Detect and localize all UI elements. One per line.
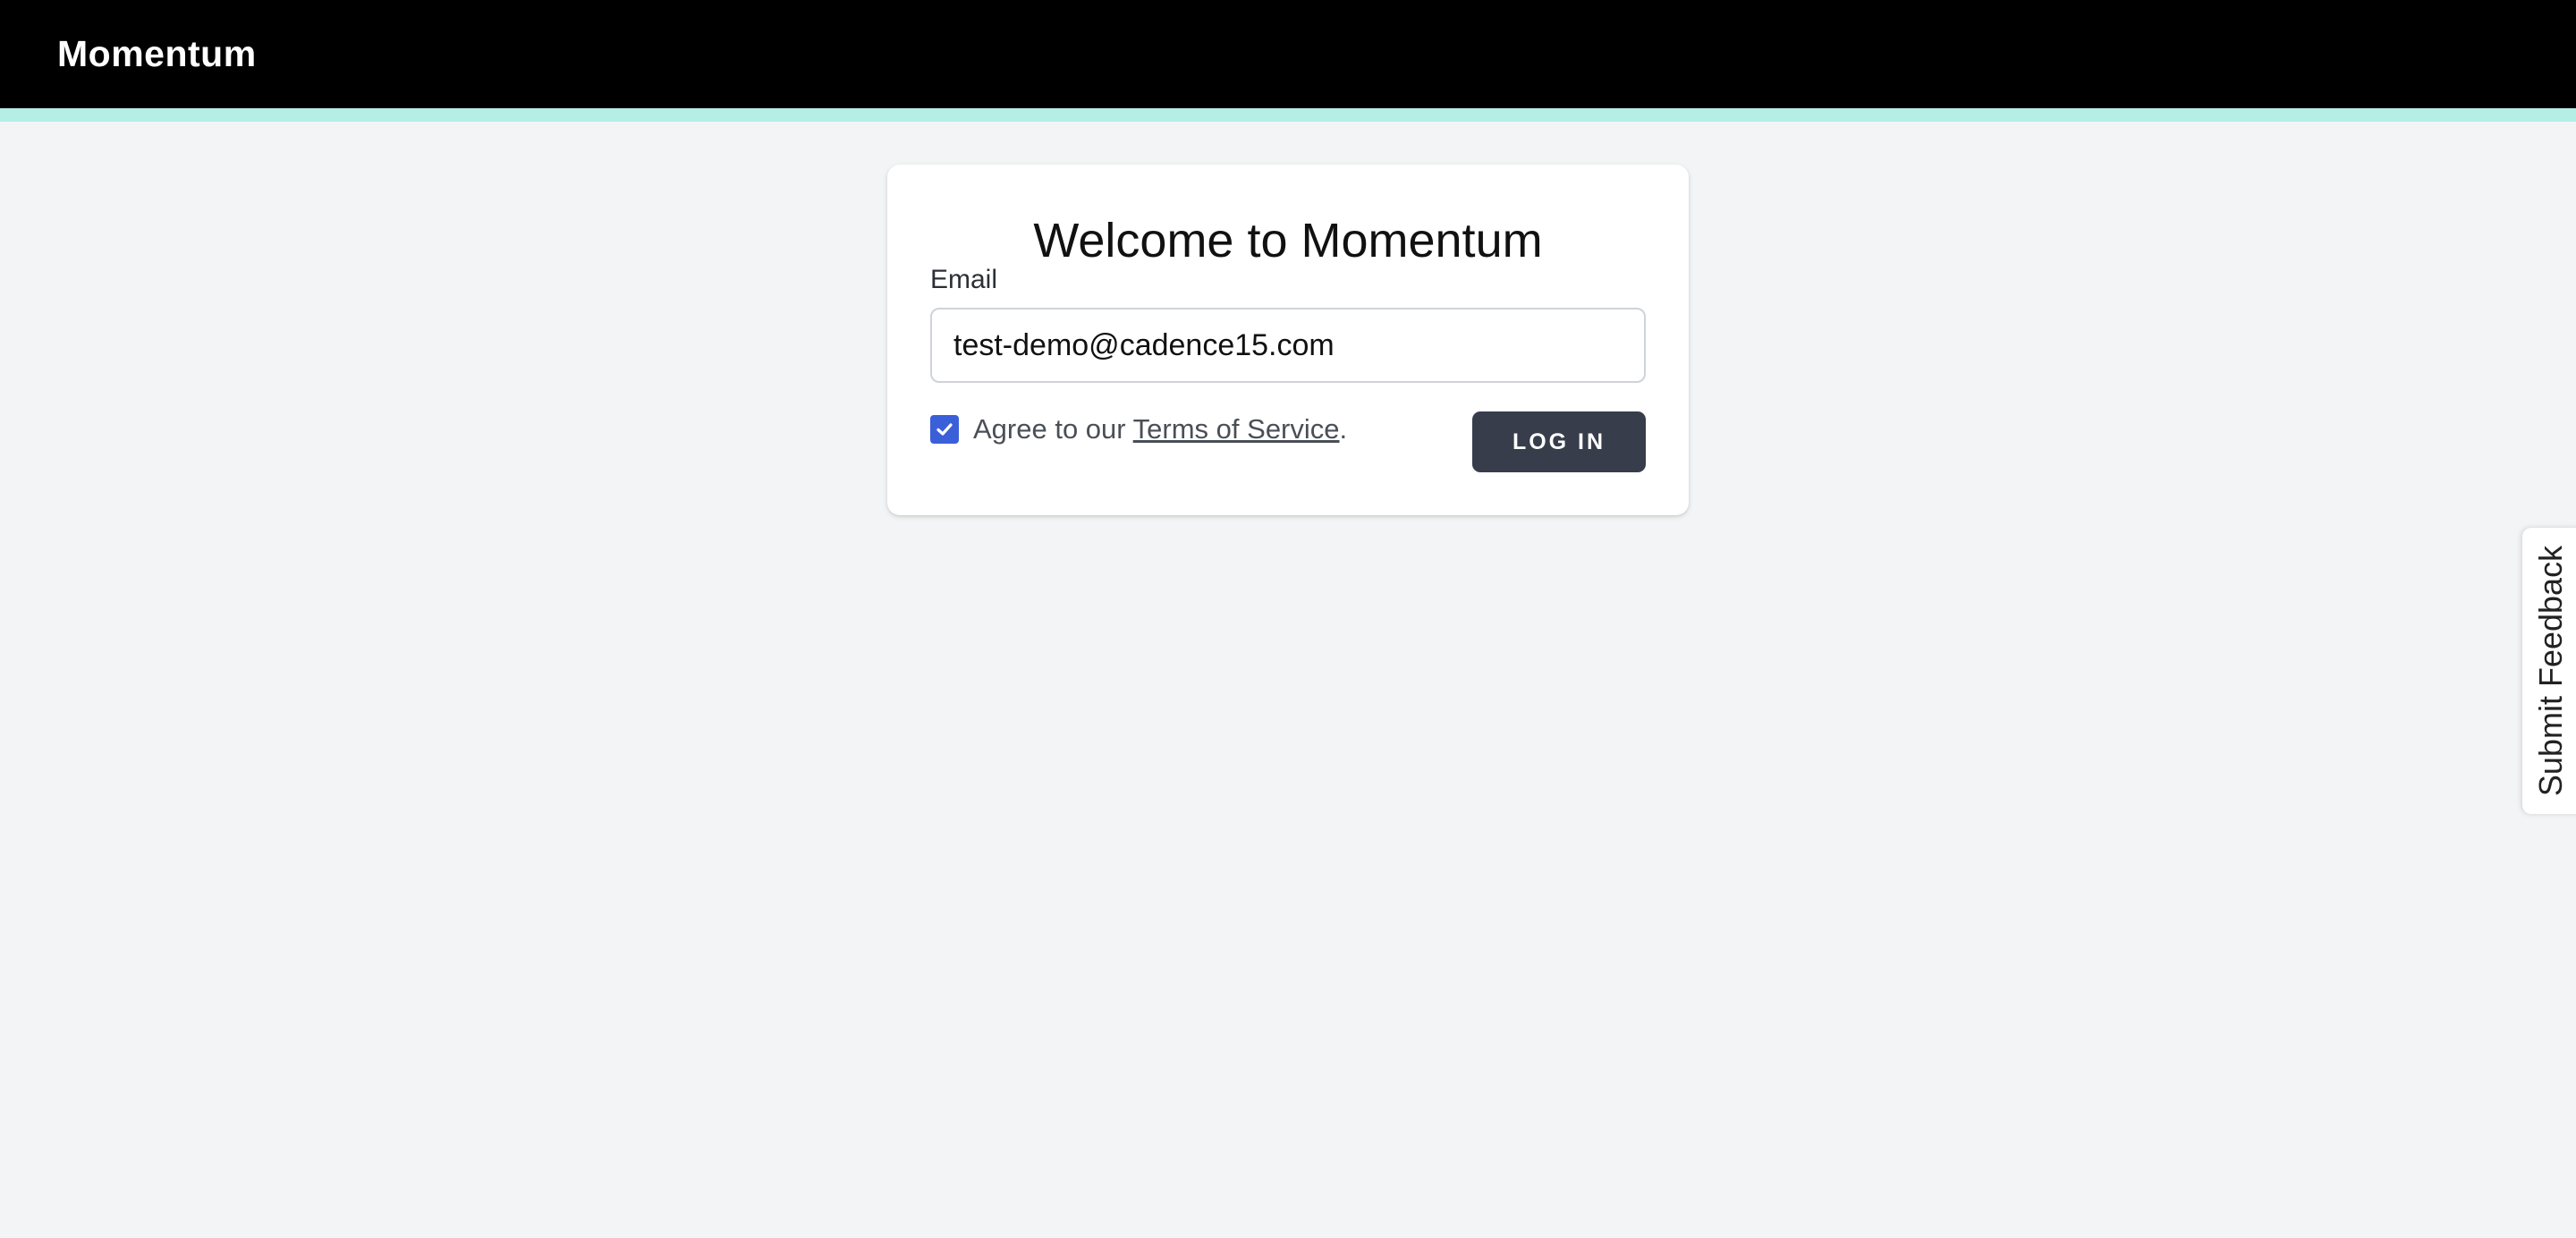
agree-prefix: Agree to our xyxy=(973,413,1133,445)
agree-suffix: . xyxy=(1339,413,1348,445)
email-label: Email xyxy=(930,265,998,294)
login-card: Welcome to Momentum Email Agree to our T… xyxy=(887,165,1689,515)
terms-agreement-text: Agree to our Terms of Service. xyxy=(973,413,1347,445)
terms-checkbox[interactable] xyxy=(930,415,959,444)
terms-of-service-link[interactable]: Terms of Service xyxy=(1133,413,1340,445)
brand-logo-text[interactable]: Momentum xyxy=(57,0,257,108)
email-input[interactable] xyxy=(930,308,1646,383)
submit-feedback-label: Submit Feedback xyxy=(2532,545,2569,797)
submit-feedback-tab[interactable]: Submit Feedback xyxy=(2522,528,2576,814)
login-button[interactable]: LOG IN xyxy=(1472,411,1646,472)
header-accent-strip xyxy=(0,108,2576,122)
login-title: Welcome to Momentum xyxy=(1033,214,1543,267)
terms-agreement-row: Agree to our Terms of Service. xyxy=(930,411,1347,447)
checkmark-icon xyxy=(936,423,953,436)
top-nav-bar: Momentum xyxy=(0,0,2576,108)
